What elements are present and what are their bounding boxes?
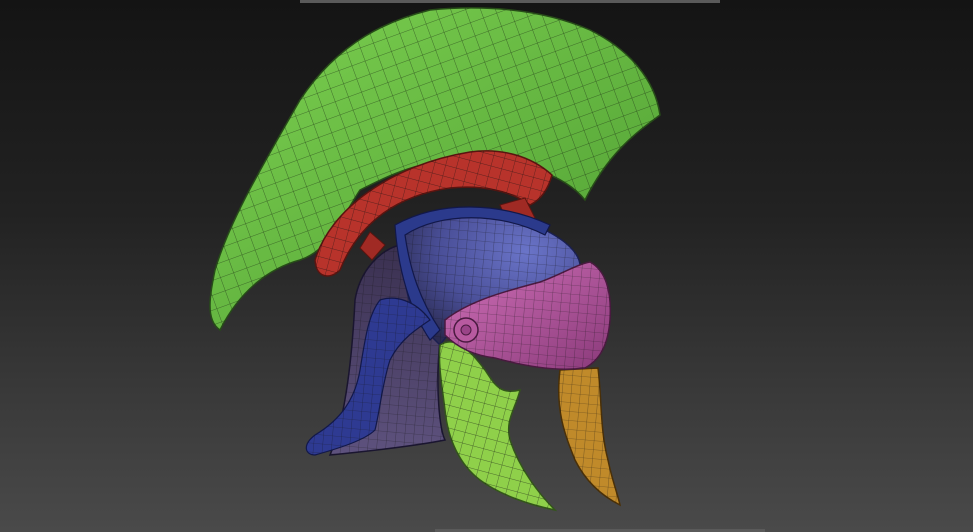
cheek-guard-right[interactable] [557,367,622,507]
helmet-model[interactable] [0,0,973,532]
3d-viewport[interactable] [0,0,973,532]
